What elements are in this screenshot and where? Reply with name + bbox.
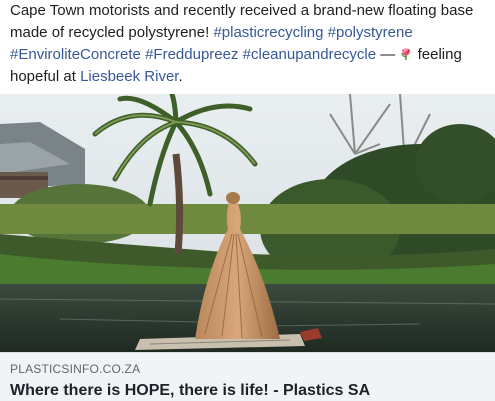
- post-line-4: hopeful at Liesbeek River.: [10, 66, 490, 88]
- post-text-segment: .: [178, 68, 183, 85]
- hashtag-cleanup[interactable]: #cleanupandrecycle: [243, 46, 376, 63]
- post-text-segment: hopeful at: [10, 68, 81, 85]
- hashtag-freddupreez[interactable]: #Freddupreez: [145, 46, 238, 63]
- flower-emoji-icon: [399, 46, 413, 60]
- post-text-segment: Cape Town motorists and recently receive…: [10, 2, 474, 19]
- hashtag-plasticrecycling[interactable]: #plasticrecycling: [213, 24, 323, 41]
- post-message: Cape Town motorists and recently receive…: [10, 0, 490, 88]
- link-domain: PLASTICSINFO.CO.ZA: [10, 362, 141, 376]
- link-title[interactable]: Where there is HOPE, there is life! - Pl…: [10, 382, 370, 400]
- link-preview-card[interactable]: PLASTICSINFO.CO.ZA Where there is HOPE, …: [0, 352, 495, 401]
- post-photo[interactable]: [0, 94, 495, 352]
- post-line-1: Cape Town motorists and recently receive…: [10, 0, 490, 22]
- hashtag-envirolite[interactable]: #EnviroliteConcrete: [10, 46, 141, 63]
- dash-separator: —: [376, 46, 400, 63]
- hashtag-polystyrene[interactable]: #polystyrene: [328, 24, 413, 41]
- feeling-text: feeling: [413, 46, 462, 63]
- location-link[interactable]: Liesbeek River: [80, 68, 178, 85]
- post-text-segment: made of recycled polystyrene!: [10, 24, 214, 41]
- post-line-3: #EnviroliteConcrete #Freddupreez #cleanu…: [10, 44, 490, 66]
- river-scene-image: [0, 94, 495, 352]
- post-line-2: made of recycled polystyrene! #plasticre…: [10, 22, 490, 44]
